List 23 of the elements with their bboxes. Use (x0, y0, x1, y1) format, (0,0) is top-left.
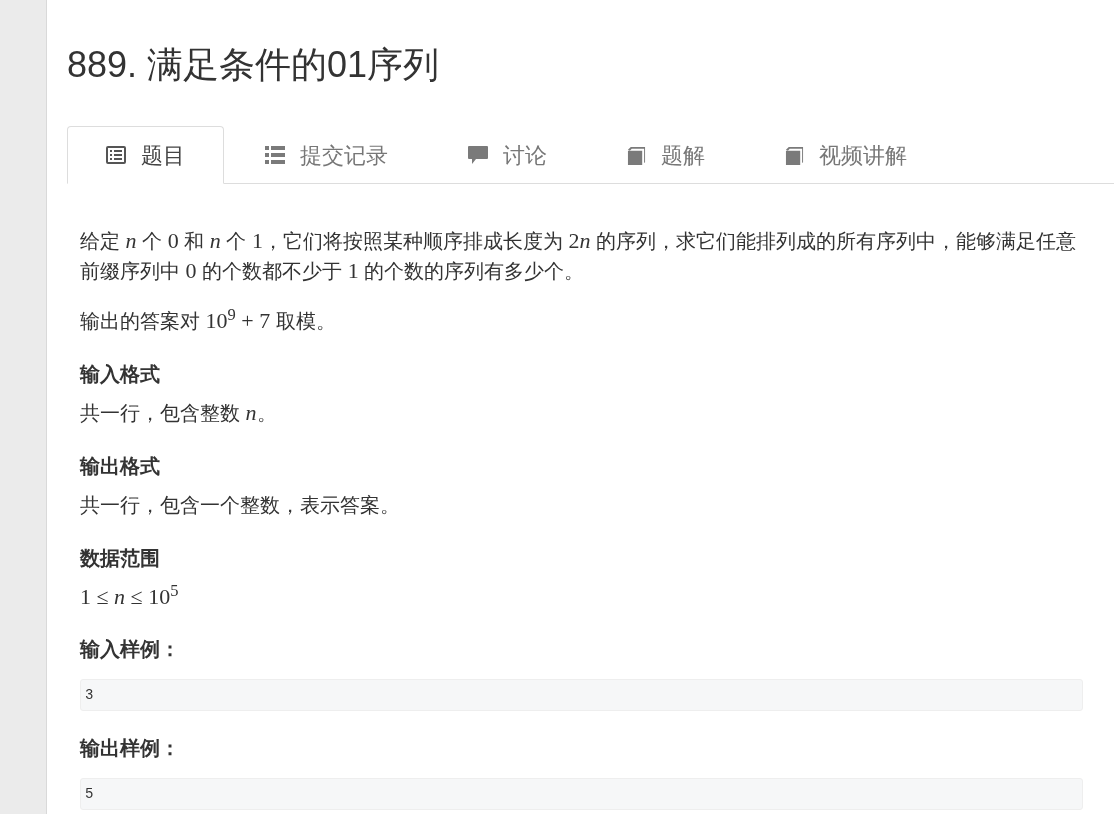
speech-bubble-icon (468, 146, 488, 164)
tab[interactable]: 提交记录 (226, 126, 427, 184)
section-text: 共一行，包含一个整数，表示答案。 (80, 493, 401, 518)
framed-list-icon (106, 146, 126, 164)
code-block: 3 (80, 679, 1083, 711)
section-heading: 输入格式 (80, 362, 161, 387)
section-heading: 输入样例： (80, 637, 181, 662)
code-block: 5 (80, 778, 1083, 810)
tab[interactable]: 视频讲解 (746, 126, 946, 184)
problem-title: 889. 满足条件的01序列 (67, 44, 440, 86)
book-icon (785, 145, 804, 165)
section-heading: 数据范围 (80, 546, 161, 571)
book-icon (627, 145, 646, 165)
statement-paragraph: 给定 n 个 0 和 n 个 1，它们将按照某种顺序排成长度为 2n 的序列，求它们能排列成的所有序列中，能够满足任意前缀序列中 0 的个数都不少于 1 的个数的序列有多少个。 (80, 227, 1078, 285)
tab[interactable]: 题解 (588, 126, 744, 184)
statement-paragraph: 输出的答案对 10$^{9}$ + 7 取模。 (80, 306, 337, 335)
section-text: 共一行，包含整数 n。 (80, 399, 278, 427)
tab[interactable]: 讨论 (429, 126, 586, 184)
section-heading: 输出格式 (80, 454, 161, 479)
tab[interactable]: 题目 (67, 126, 224, 184)
list-icon (265, 146, 285, 164)
section-text: 1 ≤ n ≤ 10$^{5}$ (80, 582, 180, 611)
section-heading: 输出样例： (80, 736, 181, 761)
